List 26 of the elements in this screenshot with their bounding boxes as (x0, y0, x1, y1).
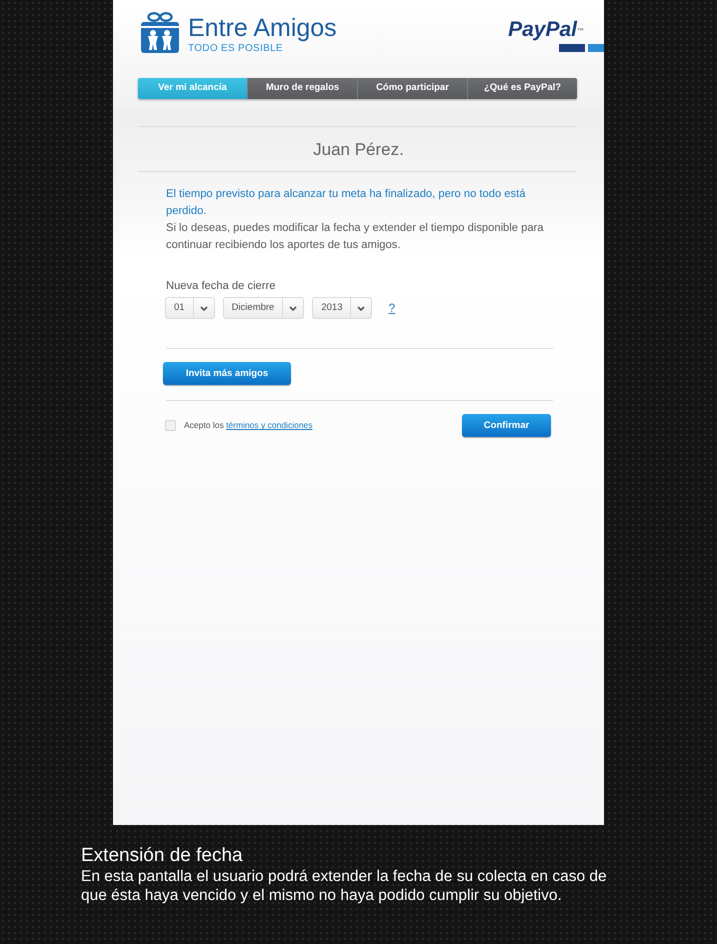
invite-button[interactable]: Invita más amigos (163, 362, 291, 386)
confirm-button[interactable]: Confirmar (462, 414, 551, 438)
date-select[interactable]: 2013 (312, 297, 372, 320)
message-highlight: El tiempo previsto para alcanzar tu meta ha finalizado, pero no todo está perdido. (166, 186, 526, 218)
user-name: Juan Pérez. (312, 139, 405, 161)
nav-tab[interactable]: Muro de regalos (247, 78, 357, 99)
help-link[interactable]: ? (388, 299, 396, 318)
gift-logo-icon (140, 12, 180, 54)
caption-title: Extensión de fecha (81, 845, 244, 867)
logo-title: Entre Amigos (188, 16, 337, 41)
nav-tab[interactable]: ¿Qué es PayPal? (467, 78, 577, 99)
terms-text: Acepto los términos y condiciones (184, 419, 313, 432)
caption-text: En esta pantalla el usuario podrá extender la fecha de su colecta en caso de que ésta haya vencido y el mismo no haya podido cumplir su objetivo. (81, 867, 608, 905)
date-select[interactable]: Diciembre (222, 297, 304, 320)
caret-icon (200, 306, 208, 311)
nav-tab[interactable]: Cómo participar (357, 78, 467, 99)
terms-checkbox[interactable] (165, 420, 176, 432)
caret-icon (357, 306, 366, 311)
date-select[interactable]: 01 (165, 297, 215, 320)
stripe-icon (559, 44, 604, 52)
partner-logo: PayPal$^{™}$ (508, 17, 584, 43)
field-label: Nueva fecha de cierre (166, 278, 276, 294)
terms-link[interactable]: términos y condiciones (226, 420, 313, 430)
caret-icon (289, 306, 298, 311)
message-text: Si lo deseas, puedes modificar la fecha y extender el tiempo disponible para continuar recibiendo los aportes de tus amigos. (166, 220, 544, 252)
logo-tagline: TODO ES POSIBLE (188, 42, 284, 56)
